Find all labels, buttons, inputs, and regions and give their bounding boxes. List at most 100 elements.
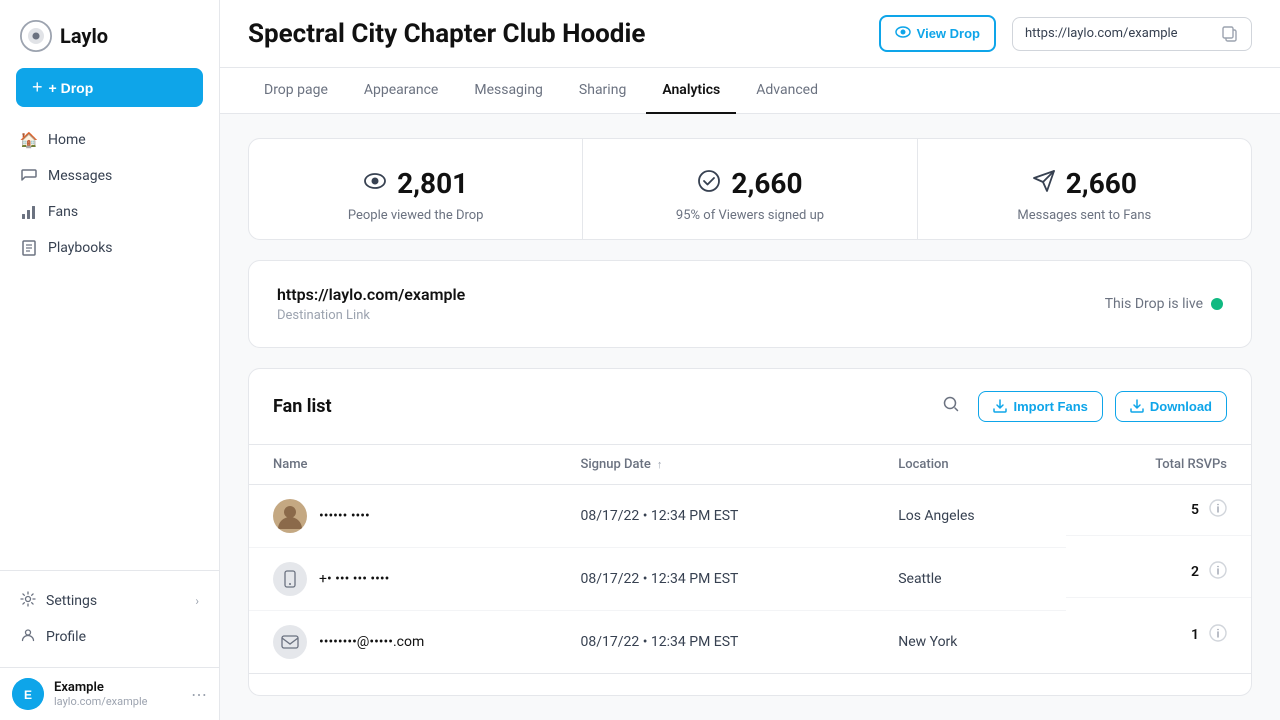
- fan-avatar: [273, 562, 307, 596]
- table-row: •••••• •••• 08/17/22 • 12:34 PM EST Los …: [249, 484, 1251, 547]
- rsvp-count: 1: [1191, 627, 1199, 643]
- sidebar-item-playbooks[interactable]: Playbooks: [8, 231, 211, 265]
- fan-list-header: Fan list Import Fans Download: [249, 369, 1251, 445]
- sidebar-item-fans[interactable]: Fans: [8, 195, 211, 229]
- fan-name-cell: ••••••••@•••••.com: [249, 610, 556, 673]
- signups-icon: [697, 169, 721, 199]
- import-fans-button[interactable]: Import Fans: [978, 391, 1102, 422]
- sidebar-item-label-fans: Fans: [48, 204, 78, 220]
- fan-table: Name Signup Date ↑ Location Total RSVPs: [249, 445, 1251, 673]
- prev-page-button[interactable]: ‹: [669, 690, 691, 696]
- sidebar-item-label-playbooks: Playbooks: [48, 240, 113, 256]
- fan-rsvps: 2: [1066, 547, 1251, 598]
- account-url: laylo.com/example: [54, 695, 181, 708]
- tab-analytics[interactable]: Analytics: [646, 68, 736, 114]
- tab-appearance[interactable]: Appearance: [348, 68, 454, 114]
- download-button[interactable]: Download: [1115, 391, 1227, 422]
- rsvp-count: 2: [1191, 564, 1199, 580]
- live-text: This Drop is live: [1105, 296, 1203, 312]
- view-drop-button[interactable]: View Drop: [879, 15, 996, 52]
- table-pagination: ‹ Page 1 of 4 ›: [249, 673, 1251, 696]
- account-name: Example: [54, 680, 181, 695]
- fan-name: •••••• ••••: [319, 508, 370, 524]
- fan-rsvps: 5: [1066, 485, 1251, 536]
- new-drop-label: + Drop: [49, 80, 94, 96]
- new-drop-area: + + Drop: [16, 68, 203, 107]
- sidebar-item-home[interactable]: 🏠 Home: [8, 123, 211, 157]
- info-icon[interactable]: [1209, 561, 1227, 583]
- content-area: 2,801 People viewed the Drop 2,660 95% o…: [220, 114, 1280, 720]
- sidebar: Laylo + + Drop 🏠 Home Messages Fans: [0, 0, 220, 720]
- url-bar: https://laylo.com/example: [1012, 17, 1252, 51]
- destination-card: https://laylo.com/example Destination Li…: [248, 260, 1252, 348]
- info-icon[interactable]: [1209, 499, 1227, 521]
- sidebar-item-label-profile: Profile: [46, 629, 86, 645]
- messages-sent-icon: [1032, 169, 1056, 199]
- copy-url-button[interactable]: [1221, 25, 1239, 43]
- home-icon: 🏠: [20, 131, 38, 149]
- fan-avatar: [273, 499, 307, 533]
- fan-name-cell: •••••• ••••: [249, 484, 556, 547]
- plus-icon: +: [32, 77, 43, 98]
- rsvp-count: 5: [1191, 502, 1199, 518]
- stats-cards: 2,801 People viewed the Drop 2,660 95% o…: [248, 138, 1252, 240]
- settings-icon: [20, 591, 36, 611]
- live-badge: This Drop is live: [1105, 296, 1223, 312]
- col-signup-date[interactable]: Signup Date ↑: [556, 445, 874, 485]
- fan-search-button[interactable]: [936, 389, 966, 424]
- fan-location: Seattle: [874, 547, 1066, 610]
- svg-text:E: E: [24, 688, 32, 702]
- account-section[interactable]: E Example laylo.com/example ⋯: [0, 667, 219, 720]
- laylo-logo-icon: [20, 20, 52, 52]
- account-more-icon[interactable]: ⋯: [191, 685, 207, 704]
- fan-avatar: [273, 625, 307, 659]
- header-url: https://laylo.com/example: [1025, 26, 1213, 41]
- page-header: Spectral City Chapter Club Hoodie View D…: [220, 0, 1280, 68]
- table-row: ••••••••@•••••.com 08/17/22 • 12:34 PM E…: [249, 610, 1251, 673]
- fan-location: Los Angeles: [874, 484, 1066, 547]
- new-drop-button[interactable]: + + Drop: [16, 68, 203, 107]
- col-location: Location: [874, 445, 1066, 485]
- signups-label: 95% of Viewers signed up: [607, 208, 892, 223]
- sidebar-item-profile[interactable]: Profile: [8, 619, 211, 655]
- fan-name-cell: +• ••• ••• ••••: [249, 547, 556, 610]
- eye-icon: [895, 24, 911, 43]
- settings-chevron-icon: ›: [195, 594, 199, 608]
- table-row: +• ••• ••• •••• 08/17/22 • 12:34 PM EST …: [249, 547, 1251, 610]
- playbooks-icon: [20, 239, 38, 257]
- messages-icon: [20, 167, 38, 185]
- fan-signup-date: 08/17/22 • 12:34 PM EST: [556, 484, 874, 547]
- next-page-button[interactable]: ›: [809, 690, 831, 696]
- fan-list-title: Fan list: [273, 396, 924, 417]
- views-number: 2,801: [397, 167, 468, 200]
- stat-signups: 2,660 95% of Viewers signed up: [583, 139, 917, 239]
- account-info: Example laylo.com/example: [54, 680, 181, 708]
- messages-number: 2,660: [1066, 167, 1137, 200]
- col-name: Name: [249, 445, 556, 485]
- tab-sharing[interactable]: Sharing: [563, 68, 642, 114]
- fan-list-card: Fan list Import Fans Download Name: [248, 368, 1252, 696]
- stat-views: 2,801 People viewed the Drop: [249, 139, 583, 239]
- sidebar-item-label-messages: Messages: [48, 168, 112, 184]
- sidebar-item-messages[interactable]: Messages: [8, 159, 211, 193]
- fan-rsvps: 1: [1066, 610, 1251, 660]
- tab-drop-page[interactable]: Drop page: [248, 68, 344, 114]
- fan-name: +• ••• ••• ••••: [319, 571, 389, 587]
- tab-messaging[interactable]: Messaging: [458, 68, 559, 114]
- view-drop-label: View Drop: [917, 26, 980, 41]
- profile-icon: [20, 627, 36, 647]
- import-fans-label: Import Fans: [1013, 399, 1087, 414]
- sidebar-item-label-home: Home: [48, 132, 86, 148]
- fan-signup-date: 08/17/22 • 12:34 PM EST: [556, 547, 874, 610]
- main-content: Spectral City Chapter Club Hoodie View D…: [220, 0, 1280, 720]
- info-icon[interactable]: [1209, 624, 1227, 646]
- signups-number: 2,660: [731, 167, 802, 200]
- sidebar-item-label-settings: Settings: [46, 593, 97, 609]
- stat-messages: 2,660 Messages sent to Fans: [918, 139, 1251, 239]
- destination-url: https://laylo.com/example: [277, 285, 465, 304]
- sidebar-item-settings[interactable]: Settings ›: [8, 583, 211, 619]
- fan-location: New York: [874, 610, 1066, 673]
- sidebar-nav: 🏠 Home Messages Fans Playbooks: [0, 123, 219, 570]
- views-icon: [363, 169, 387, 199]
- tab-advanced[interactable]: Advanced: [740, 68, 834, 114]
